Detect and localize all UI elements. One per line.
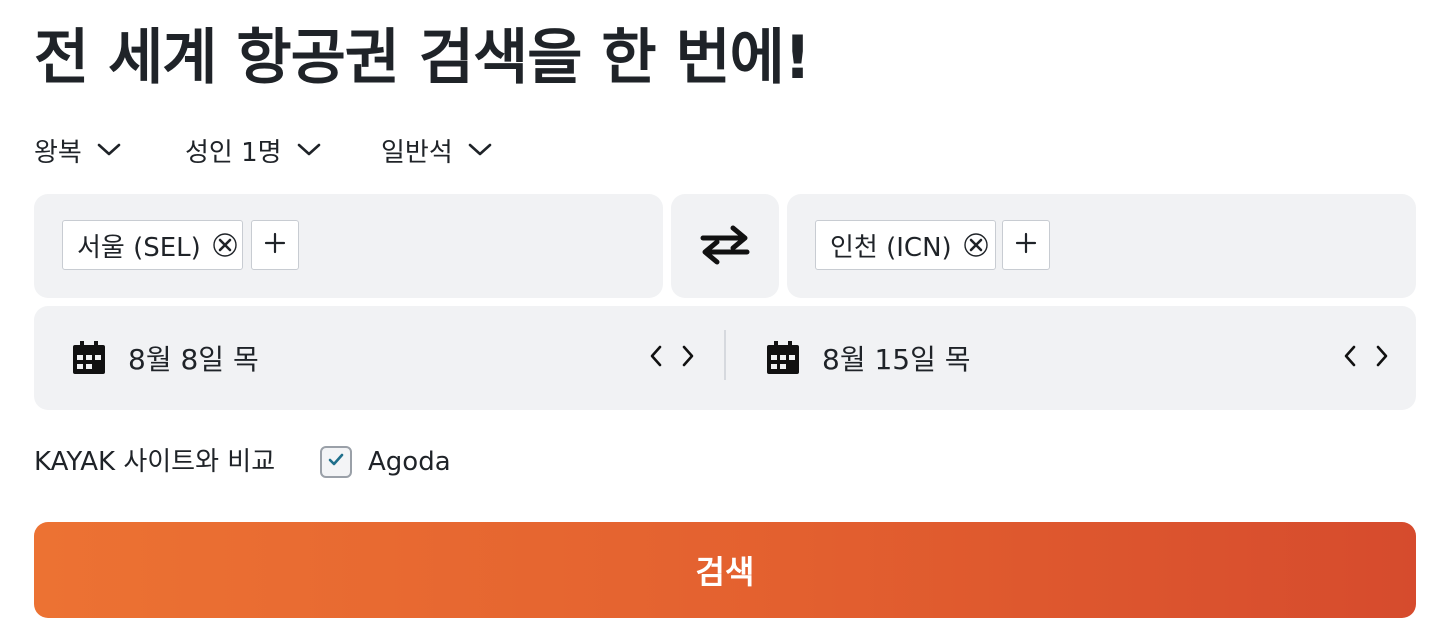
close-icon[interactable] xyxy=(963,233,988,257)
chevron-down-icon xyxy=(467,142,493,158)
return-date-label: 8월 15일 목 xyxy=(822,343,971,376)
chevron-right-icon xyxy=(681,344,695,372)
destination-field[interactable]: 인천 (ICN) xyxy=(787,194,1416,298)
return-next-day-button[interactable] xyxy=(1369,344,1395,372)
check-icon xyxy=(326,450,346,474)
passengers-dropdown[interactable]: 성인 1명 xyxy=(185,128,322,172)
trip-type-dropdown[interactable]: 왕복 xyxy=(34,128,122,172)
chevron-left-icon xyxy=(649,344,663,372)
origin-field[interactable]: 서울 (SEL) xyxy=(34,194,663,298)
chevron-down-icon xyxy=(296,142,322,158)
plus-icon xyxy=(264,232,286,258)
depart-next-day-button[interactable] xyxy=(675,344,701,372)
cabin-class-label: 일반석 xyxy=(381,137,453,168)
origin-chip-label: 서울 (SEL) xyxy=(77,232,201,263)
add-origin-button[interactable] xyxy=(251,220,299,270)
trip-type-label: 왕복 xyxy=(34,137,82,168)
search-button[interactable]: 검색 xyxy=(34,522,1416,618)
swap-locations-button[interactable] xyxy=(671,194,779,298)
swap-arrows-icon xyxy=(697,222,753,270)
calendar-icon xyxy=(766,341,800,375)
return-prev-day-button[interactable] xyxy=(1337,344,1363,372)
destination-chip: 인천 (ICN) xyxy=(815,220,996,270)
depart-date-label: 8월 8일 목 xyxy=(128,343,259,376)
calendar-icon xyxy=(72,341,106,375)
date-divider xyxy=(724,330,726,380)
compare-label: KAYAK 사이트와 비교 xyxy=(34,447,276,477)
agoda-label[interactable]: Agoda xyxy=(368,444,451,480)
date-range-field: 8월 8일 목 8월 15일 목 xyxy=(34,306,1416,410)
add-destination-button[interactable] xyxy=(1002,220,1050,270)
depart-prev-day-button[interactable] xyxy=(643,344,669,372)
passengers-label: 성인 1명 xyxy=(185,137,282,168)
chevron-left-icon xyxy=(1343,344,1357,372)
agoda-checkbox[interactable] xyxy=(320,446,352,478)
plus-icon xyxy=(1015,232,1037,258)
return-date[interactable]: 8월 15일 목 xyxy=(766,306,971,410)
chevron-down-icon xyxy=(96,142,122,158)
close-icon[interactable] xyxy=(213,233,237,257)
page-title: 전 세계 항공권 검색을 한 번에! xyxy=(34,23,811,93)
chevron-right-icon xyxy=(1375,344,1389,372)
origin-chip: 서울 (SEL) xyxy=(62,220,243,270)
cabin-class-dropdown[interactable]: 일반석 xyxy=(381,128,493,172)
depart-date[interactable]: 8월 8일 목 xyxy=(72,306,259,410)
destination-chip-label: 인천 (ICN) xyxy=(830,232,952,263)
